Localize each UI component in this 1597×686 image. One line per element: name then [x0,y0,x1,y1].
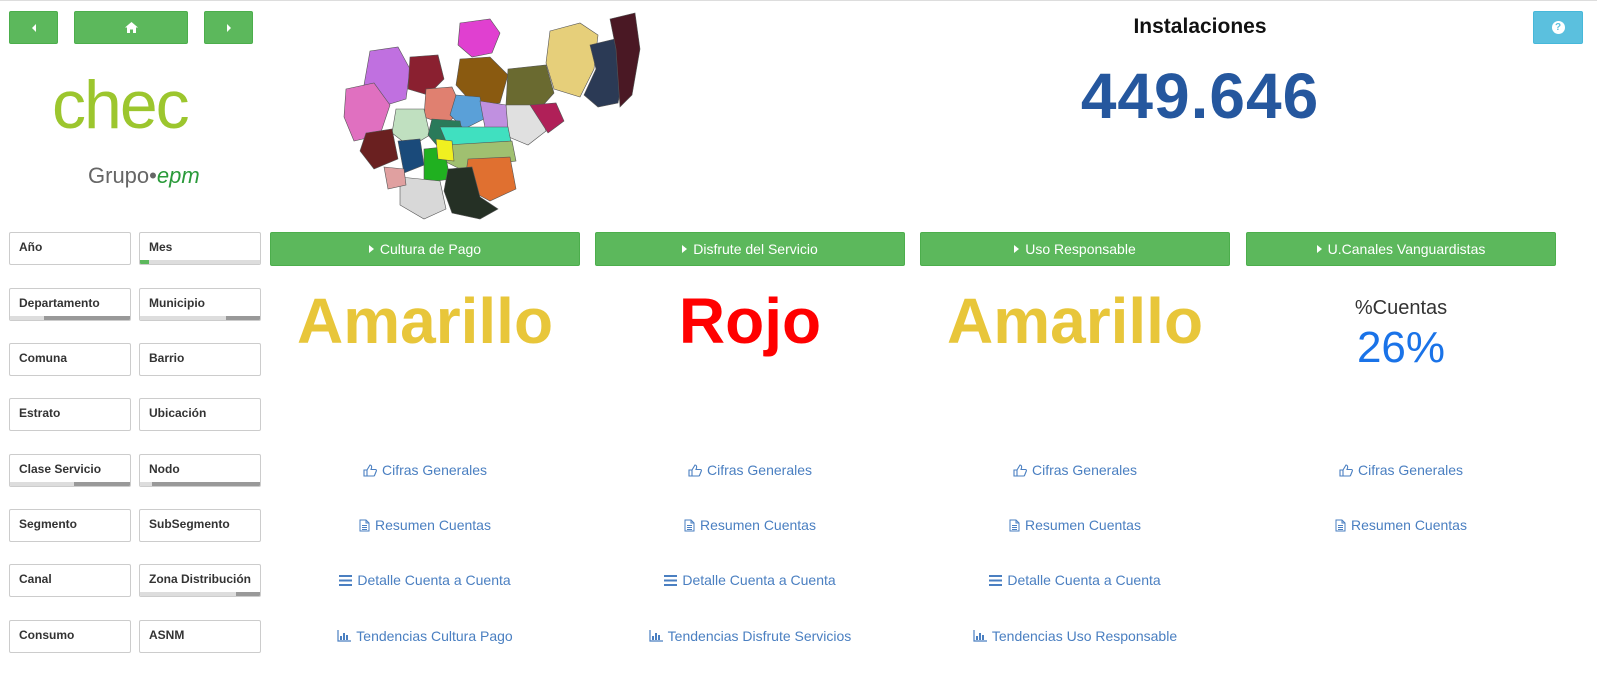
region-map[interactable] [340,9,650,224]
filter-ano[interactable]: Año [9,232,131,265]
document-icon [1009,519,1020,531]
status-uso-responsable: Amarillo [946,285,1204,357]
caret-right-icon [368,245,374,253]
link-resumen-cuentas[interactable]: Resumen Cuentas [1246,517,1556,533]
map-region [359,128,399,170]
bar-chart-icon [649,630,663,642]
home-button[interactable] [74,11,188,44]
map-region [383,166,407,190]
link-tendencias-disfrute-servicios[interactable]: Tendencias Disfrute Servicios [595,628,905,644]
filter-consumo[interactable]: Consumo [9,620,131,653]
prev-button[interactable] [9,11,58,44]
filter-departamento[interactable]: Departamento [9,288,131,321]
kpi-title: Instalaciones [1133,15,1267,38]
filter-estrato[interactable]: Estrato [9,398,131,431]
metric-value: 26% [1356,323,1446,372]
map-region [457,18,501,58]
logo-wordmark: chec [52,67,190,143]
caret-right-icon [682,245,688,253]
status-disfrute-servicio: Rojo [678,285,822,357]
home-icon [124,22,138,33]
section-canales-vanguardistas-button[interactable]: U.Canales Vanguardistas [1246,232,1556,266]
section-cultura-pago-button[interactable]: Cultura de Pago [270,232,580,266]
caret-left-icon [31,23,36,32]
kpi-value: 449.646 [1080,60,1320,132]
logo-group: Grupo•epm [88,163,200,188]
caret-right-icon [226,23,231,32]
section-disfrute-servicio-button[interactable]: Disfrute del Servicio [595,232,905,266]
map-region [399,176,447,220]
thumbs-up-icon [1339,463,1353,477]
link-cifras-generales[interactable]: Cifras Generales [1246,462,1556,478]
filter-clase-servicio[interactable]: Clase Servicio [9,454,131,487]
section-uso-responsable-button[interactable]: Uso Responsable [920,232,1230,266]
document-icon [684,519,695,531]
metric-label: %Cuentas [1354,297,1448,319]
link-cifras-generales[interactable]: Cifras Generales [270,462,580,478]
link-resumen-cuentas[interactable]: Resumen Cuentas [595,517,905,533]
map-region [397,138,425,174]
filter-barrio[interactable]: Barrio [139,343,261,376]
filter-mes[interactable]: Mes [139,232,261,265]
bar-chart-icon [337,630,352,642]
caret-right-icon [1014,245,1020,253]
status-cultura-pago: Amarillo [296,285,554,357]
filter-ubicacion[interactable]: Ubicación [139,398,261,431]
link-detalle-cuenta[interactable]: Detalle Cuenta a Cuenta [595,572,905,588]
filter-municipio[interactable]: Municipio [139,288,261,321]
link-tendencias-cultura-pago[interactable]: Tendencias Cultura Pago [270,628,580,644]
bar-chart-icon [973,630,987,642]
filter-canal[interactable]: Canal [9,564,131,597]
filter-asnm[interactable]: ASNM [139,620,261,653]
thumbs-up-icon [1013,463,1027,477]
thumbs-up-icon [688,463,702,477]
link-cifras-generales[interactable]: Cifras Generales [920,462,1230,478]
link-resumen-cuentas[interactable]: Resumen Cuentas [920,517,1230,533]
next-button[interactable] [204,11,253,44]
link-cifras-generales[interactable]: Cifras Generales [595,462,905,478]
document-icon [1335,519,1346,531]
filter-subsegmento[interactable]: SubSegmento [139,509,261,542]
link-detalle-cuenta[interactable]: Detalle Cuenta a Cuenta [920,572,1230,588]
link-detalle-cuenta[interactable]: Detalle Cuenta a Cuenta [270,572,580,588]
filter-segmento[interactable]: Segmento [9,509,131,542]
list-icon [339,574,353,586]
question-circle-icon: ? [1551,21,1565,34]
help-button[interactable]: ? [1533,11,1583,44]
link-resumen-cuentas[interactable]: Resumen Cuentas [270,517,580,533]
list-icon [664,574,678,586]
chec-logo: chec Grupo•epm [52,65,222,195]
filter-zona-distribucion[interactable]: Zona Distribución [139,564,261,597]
link-tendencias-uso-responsable[interactable]: Tendencias Uso Responsable [920,628,1230,644]
filter-nodo[interactable]: Nodo [139,454,261,487]
caret-right-icon [1316,245,1322,253]
list-icon [989,574,1003,586]
map-region [435,138,455,162]
document-icon [359,519,370,531]
filter-comuna[interactable]: Comuna [9,343,131,376]
thumbs-up-icon [363,463,377,477]
